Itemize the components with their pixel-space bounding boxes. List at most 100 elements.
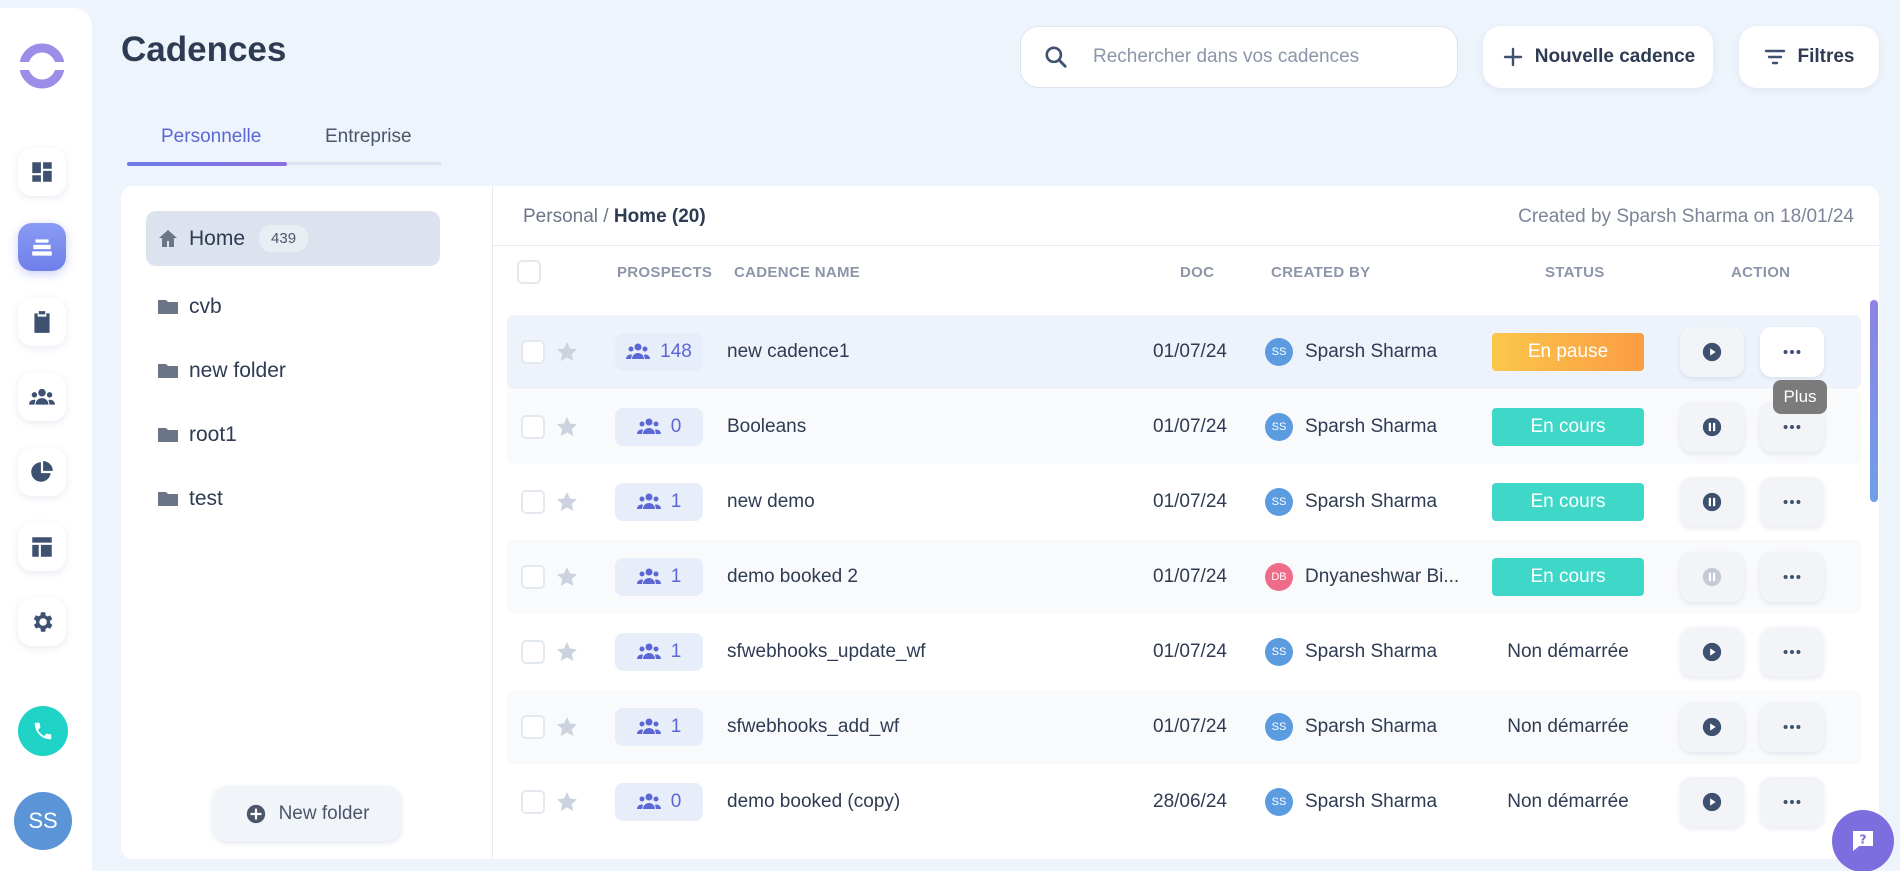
more-dots-icon [1781, 341, 1803, 363]
star-icon[interactable] [555, 565, 579, 589]
nav-tasks[interactable] [18, 298, 66, 346]
nav-templates[interactable] [18, 523, 66, 571]
star-icon[interactable] [555, 415, 579, 439]
filters-label: Filtres [1797, 46, 1855, 67]
tab-personnelle[interactable]: Personnelle [161, 126, 261, 148]
doc-date: 01/07/24 [1153, 491, 1227, 512]
folder-panel: Home 439 cvb new folder root1 test New f… [121, 186, 493, 859]
people-icon [636, 716, 671, 738]
cadence-name[interactable]: new demo [727, 465, 815, 539]
search-input[interactable] [1093, 46, 1433, 68]
prospects-count[interactable]: 148 [615, 333, 703, 371]
prospects-count[interactable]: 1 [615, 483, 703, 521]
prospects-count[interactable]: 1 [615, 558, 703, 596]
cadence-name[interactable]: sfwebhooks_add_wf [727, 690, 899, 764]
row-checkbox[interactable] [521, 340, 545, 364]
column-header-doc[interactable]: DOC [1180, 264, 1214, 281]
nav-dashboard[interactable] [18, 148, 66, 196]
table-row[interactable]: 0 demo booked (copy) 28/06/24 SS Sparsh Shar… [507, 765, 1861, 839]
row-checkbox[interactable] [521, 565, 545, 589]
prospects-count[interactable]: 0 [615, 408, 703, 446]
more-button[interactable] [1760, 327, 1824, 377]
creator-avatar: SS [1265, 338, 1293, 366]
column-header-created-by[interactable]: CREATED BY [1271, 264, 1370, 281]
select-all-checkbox[interactable] [517, 260, 541, 284]
help-button[interactable]: ? [1832, 810, 1894, 871]
nav-reports[interactable] [18, 448, 66, 496]
filters-button[interactable]: Filtres [1739, 26, 1879, 88]
folder-item-cvb[interactable]: cvb [146, 279, 440, 334]
row-checkbox[interactable] [521, 640, 545, 664]
table-row[interactable]: 1 sfwebhooks_update_wf 01/07/24 SS Sparsh Sh… [507, 615, 1861, 689]
prospects-count[interactable]: 0 [615, 783, 703, 821]
pause-button[interactable] [1680, 402, 1744, 452]
row-checkbox[interactable] [521, 790, 545, 814]
user-initials: SS [28, 808, 58, 833]
star-icon[interactable] [555, 340, 579, 364]
more-button[interactable] [1760, 477, 1824, 527]
app-logo[interactable] [18, 40, 66, 92]
cadence-name[interactable]: new cadence1 [727, 315, 850, 389]
play-button[interactable] [1680, 627, 1744, 677]
creator-avatar: DB [1265, 563, 1293, 591]
row-checkbox[interactable] [521, 415, 545, 439]
folder-item-home[interactable]: Home 439 [146, 211, 440, 266]
created-by: DB Dnyaneshwar Bi... [1265, 540, 1459, 614]
cadence-name[interactable]: demo booked 2 [727, 540, 858, 614]
more-button[interactable] [1760, 552, 1824, 602]
prospects-count[interactable]: 1 [615, 708, 703, 746]
folder-item-root1[interactable]: root1 [146, 407, 440, 462]
pause-button-disabled[interactable] [1680, 552, 1744, 602]
breadcrumb-root[interactable]: Personal [523, 206, 598, 227]
pause-button[interactable] [1680, 477, 1744, 527]
people-icon [636, 791, 671, 813]
table-row[interactable]: 1 sfwebhooks_add_wf 01/07/24 SS Sparsh Sharm… [507, 690, 1861, 764]
tab-active-indicator [127, 162, 287, 166]
prospects-count[interactable]: 1 [615, 633, 703, 671]
row-checkbox[interactable] [521, 715, 545, 739]
column-header-status[interactable]: STATUS [1545, 264, 1605, 281]
more-dots-icon [1781, 491, 1803, 513]
star-icon[interactable] [555, 490, 579, 514]
user-avatar[interactable]: SS [14, 792, 72, 850]
pause-icon [1701, 491, 1723, 513]
pause-icon [1701, 416, 1723, 438]
search-icon [1045, 46, 1067, 68]
status-label: Non démarrée [1507, 641, 1629, 662]
column-header-action[interactable]: ACTION [1731, 264, 1790, 281]
cadence-name[interactable]: sfwebhooks_update_wf [727, 615, 926, 689]
new-folder-button[interactable]: New folder [213, 786, 401, 841]
more-button[interactable] [1760, 702, 1824, 752]
play-button[interactable] [1680, 777, 1744, 827]
row-checkbox[interactable] [521, 490, 545, 514]
play-button[interactable] [1680, 702, 1744, 752]
table-row[interactable]: 1 demo booked 2 01/07/24 DB Dnyaneshwar Bi..… [507, 540, 1861, 614]
table-row[interactable]: 0 Booleans 01/07/24 SS Sparsh Sharma En cours [507, 390, 1861, 464]
plus-circle-icon [246, 804, 265, 823]
search-box[interactable] [1020, 26, 1458, 88]
cadence-name[interactable]: Booleans [727, 390, 806, 464]
new-cadence-button[interactable]: Nouvelle cadence [1483, 26, 1713, 88]
table-row[interactable]: 148 new cadence1 01/07/24 SS Sparsh Sharma En… [507, 315, 1861, 389]
nav-people[interactable] [18, 373, 66, 421]
play-button[interactable] [1680, 327, 1744, 377]
table-row[interactable]: 1 new demo 01/07/24 SS Sparsh Sharma En cours [507, 465, 1861, 539]
star-icon[interactable] [555, 790, 579, 814]
template-layout-icon [32, 537, 52, 557]
people-icon [29, 388, 55, 405]
scrollbar-thumb[interactable] [1870, 300, 1878, 502]
star-icon[interactable] [555, 640, 579, 664]
more-button[interactable] [1760, 777, 1824, 827]
nav-settings[interactable] [18, 598, 66, 646]
tab-entreprise[interactable]: Entreprise [325, 126, 412, 148]
folder-item-new-folder[interactable]: new folder [146, 343, 440, 398]
nav-cadences[interactable] [18, 223, 66, 271]
more-button[interactable] [1760, 627, 1824, 677]
star-icon[interactable] [555, 715, 579, 739]
cadence-name[interactable]: demo booked (copy) [727, 765, 900, 839]
page-title: Cadences [121, 30, 287, 69]
phone-button[interactable] [18, 706, 68, 756]
column-header-cadence-name[interactable]: CADENCE NAME [734, 264, 860, 281]
column-header-prospects[interactable]: PROSPECTS [617, 264, 712, 281]
folder-item-test[interactable]: test [146, 471, 440, 526]
